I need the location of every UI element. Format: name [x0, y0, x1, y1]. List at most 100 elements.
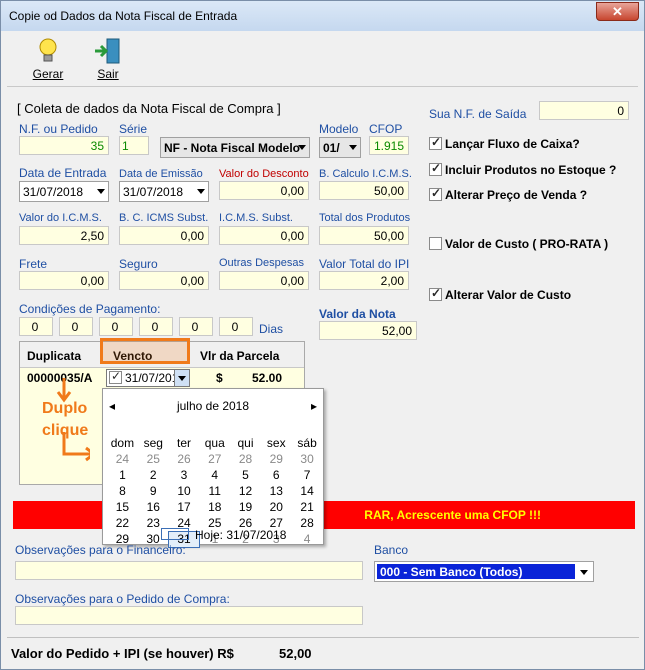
data-entrada-label: Data de Entrada — [19, 166, 107, 180]
modelo-select[interactable]: 01/ — [319, 137, 361, 158]
footer-label: Valor do Pedido + IPI (se houver) R$ — [11, 646, 234, 661]
weekday-label: sex — [266, 436, 286, 450]
icms-subst-label: I.C.M.S. Subst. — [219, 212, 293, 224]
calendar-day[interactable]: 10 — [169, 483, 200, 499]
sua-nf-label: Sua N.F. de Saída — [429, 107, 527, 121]
today-link[interactable]: Hoje: 31/07/2018 — [195, 528, 286, 542]
cond-dias-field-5[interactable]: 0 — [179, 317, 213, 336]
weekday-label: qui — [237, 436, 254, 450]
lancar-fluxo-checkbox[interactable]: Lançar Fluxo de Caixa? — [429, 135, 580, 151]
calendar-day[interactable]: 8 — [107, 483, 138, 499]
calendar-day[interactable]: 28 — [230, 451, 261, 467]
dias-label: Dias — [259, 322, 284, 336]
checkbox-unchecked-icon — [429, 237, 442, 250]
close-button[interactable]: ✕ — [596, 2, 639, 21]
weekday-label: qua — [204, 436, 225, 450]
icms-subst-field[interactable]: 0,00 — [219, 226, 309, 245]
valor-total-ipi-field[interactable]: 2,00 — [319, 271, 409, 290]
calendar-day[interactable]: 19 — [230, 499, 261, 515]
gerar-button[interactable]: Gerar — [23, 35, 73, 85]
warning-text: RAR, Acrescente uma CFOP !!! — [364, 508, 541, 522]
incluir-estoque-checkbox[interactable]: Incluir Produtos no Estoque ? — [429, 161, 616, 177]
chevron-down-icon — [178, 376, 186, 381]
frete-field[interactable]: 0,00 — [19, 271, 109, 290]
calendar-day[interactable]: 29 — [261, 451, 292, 467]
highlight-box — [100, 338, 190, 364]
calendar-day[interactable]: 20 — [261, 499, 292, 515]
serie-field[interactable]: 1 — [119, 136, 149, 155]
calendar-day[interactable]: 27 — [199, 451, 230, 467]
calendar-day[interactable]: 6 — [261, 467, 292, 483]
calendar-day[interactable]: 9 — [138, 483, 169, 499]
calendar-day[interactable]: 1 — [107, 467, 138, 483]
cond-dias-field-6[interactable]: 0 — [219, 317, 253, 336]
calendar-day[interactable]: 25 — [138, 451, 169, 467]
vencto-dropdown-button[interactable] — [174, 370, 189, 386]
footer-value: 52,00 — [279, 646, 312, 661]
obs-financeiro-field[interactable] — [15, 561, 363, 580]
calendar-day[interactable]: 21 — [292, 499, 323, 515]
calendar-day[interactable]: 18 — [199, 499, 230, 515]
calendar-day[interactable]: 16 — [138, 499, 169, 515]
cond-dias-field-2[interactable]: 0 — [59, 317, 93, 336]
custo-prorata-checkbox[interactable]: Valor de Custo ( PRO-RATA ) — [429, 237, 608, 251]
calendar-popup: ◂ julho de 2018 ▸ dom seg ter qua qui se… — [102, 388, 324, 548]
next-month-icon[interactable]: ▸ — [311, 399, 317, 413]
chevron-down-icon — [349, 145, 357, 150]
calendar-month[interactable]: julho de 2018 — [103, 399, 323, 413]
data-entrada-value: 31/07/2018 — [23, 185, 84, 199]
valor-nota-field[interactable]: 52,00 — [319, 321, 417, 340]
calendar-day[interactable]: 5 — [230, 467, 261, 483]
annotation-clique: clique — [42, 422, 89, 439]
modelo-value: 01/ — [323, 141, 340, 155]
tipo-nf-select[interactable]: NF - Nota Fiscal Modelo — [160, 137, 310, 158]
data-emissao-picker[interactable]: 31/07/2018 — [119, 181, 209, 202]
alterar-preco-checkbox[interactable]: Alterar Preço de Venda ? — [429, 186, 587, 202]
calendar-day[interactable]: 30 — [292, 451, 323, 467]
cfop-field[interactable]: 1.915 — [369, 136, 409, 155]
calendar-day[interactable]: 13 — [261, 483, 292, 499]
calendar-day[interactable]: 11 — [199, 483, 230, 499]
bcalc-icms-field[interactable]: 50,00 — [319, 181, 409, 200]
cond-dias-field-4[interactable]: 0 — [139, 317, 173, 336]
calendar-day[interactable]: 22 — [107, 515, 138, 531]
calendar-day[interactable]: 12 — [230, 483, 261, 499]
cond-dias-field-3[interactable]: 0 — [99, 317, 133, 336]
cond-dias-field-1[interactable]: 0 — [19, 317, 53, 336]
header-duplicata[interactable]: Duplicata — [27, 349, 81, 363]
valor-icms-field[interactable]: 2,50 — [19, 226, 109, 245]
chevron-down-icon — [197, 189, 205, 194]
sua-nf-field[interactable]: 0 — [539, 101, 629, 120]
calendar-day[interactable]: 4 — [199, 467, 230, 483]
calendar-day[interactable]: 3 — [169, 467, 200, 483]
valor-desconto-field[interactable]: 0,00 — [219, 181, 309, 200]
checkbox-checked-icon — [429, 286, 442, 301]
obs-pedido-field[interactable] — [15, 606, 363, 625]
calendar-day[interactable]: 14 — [292, 483, 323, 499]
total-produtos-field[interactable]: 50,00 — [319, 226, 409, 245]
header-vlr-parcela[interactable]: Vlr da Parcela — [200, 349, 279, 363]
banco-select[interactable]: 000 - Sem Banco (Todos) — [374, 561, 594, 582]
currency-cell: $ — [216, 371, 223, 385]
vencto-checkbox[interactable]: 31/07/201 — [109, 369, 178, 385]
alterar-custo-checkbox[interactable]: Alterar Valor de Custo — [429, 286, 571, 302]
calendar-day[interactable]: 15 — [107, 499, 138, 515]
weekday-label: sáb — [297, 436, 317, 450]
calendar-day[interactable]: 17 — [169, 499, 200, 515]
calendar-day[interactable]: 7 — [292, 467, 323, 483]
week-row: 1 2 3 4 5 6 7 — [107, 467, 323, 483]
outras-despesas-field[interactable]: 0,00 — [219, 271, 309, 290]
banco-label: Banco — [374, 543, 409, 557]
bc-icms-subst-field[interactable]: 0,00 — [119, 226, 209, 245]
calendar-day[interactable]: 4 — [292, 531, 323, 547]
checkbox-checked-icon — [109, 369, 122, 384]
data-entrada-picker[interactable]: 31/07/2018 — [19, 181, 109, 202]
calendar-day[interactable]: 28 — [292, 515, 323, 531]
sair-button[interactable]: Sair — [83, 35, 133, 85]
seguro-field[interactable]: 0,00 — [119, 271, 209, 290]
calendar-day[interactable]: 26 — [169, 451, 200, 467]
calendar-day[interactable]: 24 — [107, 451, 138, 467]
nf-field[interactable]: 35 — [19, 136, 109, 155]
vencto-picker[interactable]: 31/07/201 — [106, 369, 190, 387]
calendar-day[interactable]: 2 — [138, 467, 169, 483]
